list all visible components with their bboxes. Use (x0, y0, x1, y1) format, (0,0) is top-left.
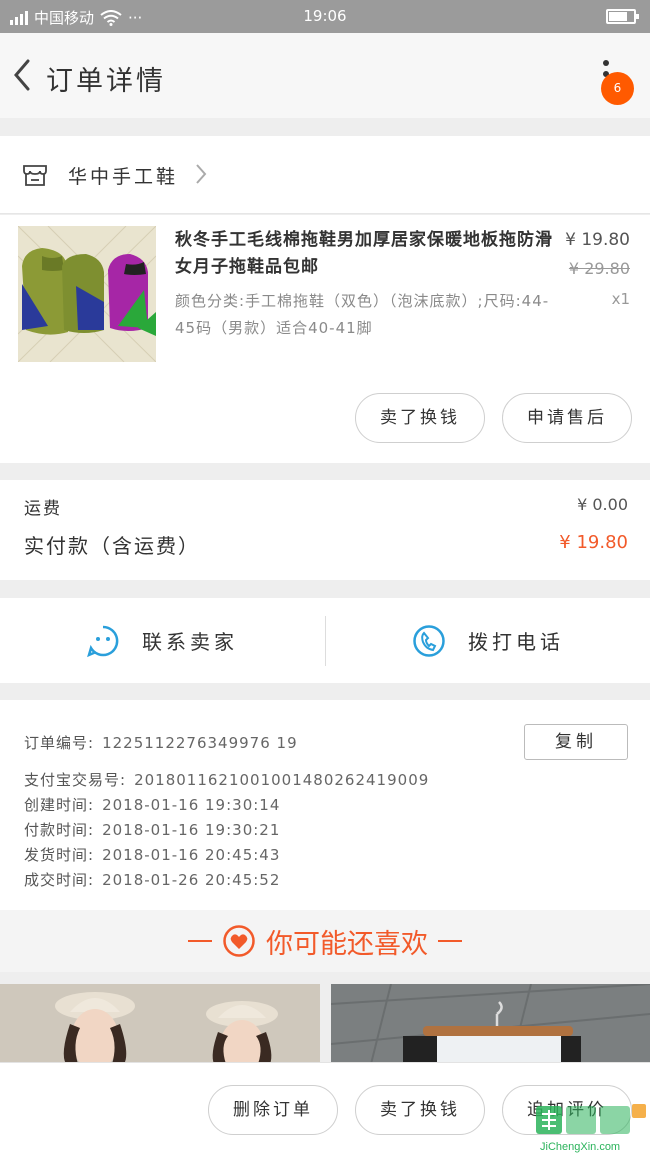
chat-icon (87, 625, 119, 657)
product-spec: 颜色分类:手工棉拖鞋（双色）（泡沫底款）;尺码:44-45码（男款）适合40-4… (175, 292, 550, 337)
product-thumbnail[interactable] (18, 226, 156, 362)
paid-time: 2018-01-16 19:30:21 (102, 821, 281, 839)
paid-value: ¥ 19.80 (559, 532, 628, 553)
contact-seller-button[interactable]: 联系卖家 (86, 598, 238, 683)
copy-button[interactable]: 复制 (524, 724, 628, 760)
contact-seller-label: 联系卖家 (142, 630, 238, 654)
signal-icon (10, 10, 28, 25)
clock: 19:06 (303, 7, 347, 25)
paid-time-label: 付款时间: (24, 821, 95, 839)
done-label: 成交时间: (24, 871, 95, 889)
created-row: 创建时间: 2018-01-16 19:30:14 (24, 794, 280, 815)
order-info: 订单编号: 1225112276349976 19 复制 支付宝交易号: 20180… (0, 700, 650, 910)
shipped-label: 发货时间: (24, 846, 95, 864)
recommend-product-image[interactable] (0, 984, 320, 1064)
fee-summary: 运费 ¥ 0.00 实付款（含运费） ¥ 19.80 (0, 480, 650, 580)
back-icon[interactable] (8, 55, 38, 95)
shop-row[interactable]: 华中手工鞋 (0, 136, 650, 214)
product-price: ¥ 19.80 (565, 230, 630, 250)
paid-row: 付款时间: 2018-01-16 19:30:21 (24, 819, 280, 840)
shipped-row: 发货时间: 2018-01-16 20:45:43 (24, 844, 280, 865)
recommend-header: 你可能还喜欢 (0, 910, 650, 972)
divider (325, 616, 326, 666)
app-header: 订单详情 6 (0, 33, 650, 118)
done-row: 成交时间: 2018-01-26 20:45:52 (24, 869, 280, 890)
alipay-number: 2018011621001001480262419009 (134, 771, 430, 789)
call-label: 拨打电话 (468, 630, 564, 654)
overflow-indicator: ··· (128, 8, 143, 27)
order-number-label: 订单编号: (24, 734, 95, 752)
contact-bar: 联系卖家 拨打电话 (0, 598, 650, 683)
created-time: 2018-01-16 19:30:14 (102, 796, 281, 814)
decor-line-right (438, 940, 462, 942)
alipay-label: 支付宝交易号: (24, 771, 127, 789)
shop-name: 华中手工鞋 (68, 166, 179, 188)
battery-icon (606, 9, 639, 24)
watermark-url: JiChengXin.com (540, 1141, 620, 1153)
shipping-value: ¥ 0.00 (577, 495, 628, 514)
alipay-row: 支付宝交易号: 2018011621001001480262419009 (24, 769, 429, 790)
created-label: 创建时间: (24, 796, 95, 814)
watermark-logo: JiChengXin.com (532, 1100, 650, 1155)
recommend-title: 你可能还喜欢 (266, 928, 428, 960)
product-title[interactable]: 秋冬手工毛线棉拖鞋男加厚居家保暖地板拖防滑女月子拖鞋品包邮 (175, 227, 555, 281)
notification-badge: 6 (601, 72, 634, 105)
resell-button[interactable]: 卖了换钱 (355, 393, 485, 443)
store-icon (23, 165, 47, 186)
shipped-time: 2018-01-16 20:45:43 (102, 846, 281, 864)
recommend-product-image[interactable] (331, 984, 650, 1064)
paid-label: 实付款（含运费） (24, 534, 200, 558)
resell-button[interactable]: 卖了换钱 (355, 1085, 485, 1135)
phone-icon (413, 624, 445, 657)
carrier-label: 中国移动 (34, 9, 95, 27)
order-number: 1225112276349976 19 (102, 734, 298, 752)
shipping-label: 运费 (24, 499, 62, 519)
delete-order-button[interactable]: 删除订单 (208, 1085, 338, 1135)
page-title: 订单详情 (46, 66, 166, 97)
wifi-icon (100, 9, 122, 26)
product-item[interactable]: 秋冬手工毛线棉拖鞋男加厚居家保暖地板拖防滑女月子拖鞋品包邮 颜色分类:手工棉拖鞋… (0, 215, 650, 463)
order-number-row: 订单编号: 1225112276349976 19 (24, 732, 298, 753)
product-quantity: x1 (611, 290, 630, 308)
done-time: 2018-01-26 20:45:52 (102, 871, 281, 889)
decor-line-left (188, 940, 212, 942)
product-original-price: ¥ 29.80 (568, 259, 630, 278)
call-button[interactable]: 拨打电话 (412, 598, 564, 683)
chevron-right-icon (196, 164, 207, 184)
status-bar: 中国移动 ··· 19:06 (0, 0, 650, 33)
after-sale-button[interactable]: 申请售后 (502, 393, 632, 443)
heart-icon (223, 925, 255, 957)
